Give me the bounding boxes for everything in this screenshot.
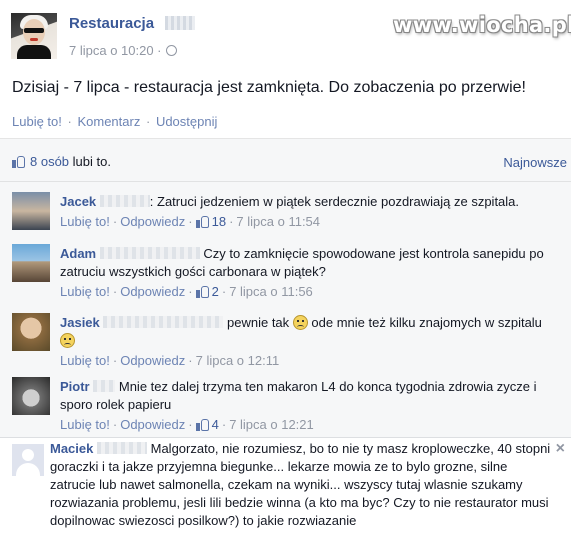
separator: · [112,284,118,299]
share-link[interactable]: Udostępnij [156,114,217,129]
separator: · [145,114,151,129]
like-count[interactable]: 4 [212,417,219,432]
separator: · [112,214,118,229]
separator: · [188,284,193,299]
comment-actions: Lubię to! · Odpowiedz · 18 · 7 lipca o 11:54 [60,213,555,231]
comment-time[interactable]: 7 lipca o 12:21 [229,417,314,432]
comment-actions: Lubię to! · Odpowiedz · 4 · 7 lipca o 12:21 [60,416,555,434]
like-link[interactable]: Lubię to! [60,353,110,368]
blurred-name [99,247,200,259]
comment-author[interactable]: Adam [60,246,96,261]
default-avatar[interactable] [12,444,44,476]
commenter-avatar[interactable] [12,192,50,230]
globe-icon [165,45,177,56]
comment-time[interactable]: 7 lipca o 11:54 [236,214,320,229]
like-count[interactable]: 18 [212,214,226,229]
commenter-avatar[interactable] [12,244,50,282]
comment-actions: Lubię to! · Odpowiedz · 2 · 7 lipca o 11:56 [60,283,555,301]
comment-body: Adam Czy to zamknięcie spowodowane jest … [60,245,555,301]
likes-suffix: lubi to. [72,154,111,169]
commenter-avatar[interactable] [12,377,50,415]
separator: · [188,214,193,229]
reply-link[interactable]: Odpowiedz [120,417,185,432]
separator: · [112,417,118,432]
comment-highlighted: × Maciek Malgorzato, nie rozumiesz, bo t… [0,437,571,543]
close-icon[interactable]: × [556,440,565,458]
post-actions: Lubię to! · Komentarz · Udostępnij [12,114,217,129]
separator: · [188,417,193,432]
comment-body: Jasiek pewnie tak ode mnie też kilku zna… [60,314,555,370]
reply-link[interactable]: Odpowiedz [120,284,185,299]
blurred-name [99,195,150,207]
post-header: Restauracja 7 lipca o 10:20 · www.wiocha… [0,0,571,70]
page-name[interactable]: Restauracja [69,15,154,32]
separator: · [221,417,227,432]
comment-author[interactable]: Jasiek [60,315,100,330]
comment-text: : Zatruci jedzeniem w piątek serdecznie … [149,194,520,209]
sort-dropdown[interactable]: Najnowsze [503,155,567,170]
like-count[interactable]: 2 [212,284,219,299]
like-link[interactable]: Lubię to! [12,114,62,129]
blurred-name [97,442,147,454]
thumb-up-icon [195,417,210,431]
comment-text: Mnie tez dalej trzyma ten makaron L4 do … [60,379,537,412]
post-date[interactable]: 7 lipca o 10:20 · [69,43,162,58]
frown-emoji-icon [60,333,75,348]
comment-body: Piotr Mnie tez dalej trzyma ten makaron … [60,378,555,434]
comment-time[interactable]: 7 lipca o 11:56 [229,284,313,299]
separator: · [221,284,227,299]
likes-row: 8 osób lubi to. Najnowsze [0,139,571,182]
comment-body: Jacek : Zatruci jedzeniem w piątek serde… [60,193,555,231]
separator: · [112,353,118,368]
comment-text: pewnie tak [227,315,290,330]
comment-author[interactable]: Maciek [50,441,93,456]
blurred-name [165,16,195,30]
thumb-up-icon [195,214,210,228]
like-link[interactable]: Lubię to! [60,284,110,299]
comment-body: Maciek Malgorzato, nie rozumiesz, bo to … [50,440,555,530]
comment-time[interactable]: 7 lipca o 12:11 [196,353,280,368]
separator: · [188,353,193,368]
page-avatar[interactable] [11,13,57,59]
likes-summary: 8 osób lubi to. [12,154,111,169]
post-text: Dzisiaj - 7 lipca - restauracja jest zam… [12,79,526,96]
comment-actions: Lubię to! · Odpowiedz · 7 lipca o 12:11 [60,352,555,370]
comment-text-cont: ode mnie też kilku znajomych w szpitalu [311,315,542,330]
reply-link[interactable]: Odpowiedz [120,214,185,229]
comment-author[interactable]: Jacek [60,194,96,209]
comments-area: 8 osób lubi to. Najnowsze Jacek : Zatruc… [0,138,571,543]
watermark: www.wiocha.pl [393,13,571,37]
like-link[interactable]: Lubię to! [60,214,110,229]
likes-count[interactable]: 8 osób [30,154,69,169]
comment-link[interactable]: Komentarz [77,114,140,129]
separator: · [67,114,72,129]
blurred-name [93,380,116,392]
post-timestamp[interactable]: 7 lipca o 10:20 · [69,43,177,58]
blurred-name [103,316,224,328]
like-link[interactable]: Lubię to! [60,417,110,432]
thumb-up-icon [195,284,210,298]
separator: · [229,214,234,229]
commenter-avatar[interactable] [12,313,50,351]
comment-author[interactable]: Piotr [60,379,90,394]
comment-text: Malgorzato, nie rozumiesz, bo to nie ty … [50,441,551,528]
frown-emoji-icon [292,315,308,330]
reply-link[interactable]: Odpowiedz [120,353,185,368]
thumb-up-icon [12,154,26,168]
